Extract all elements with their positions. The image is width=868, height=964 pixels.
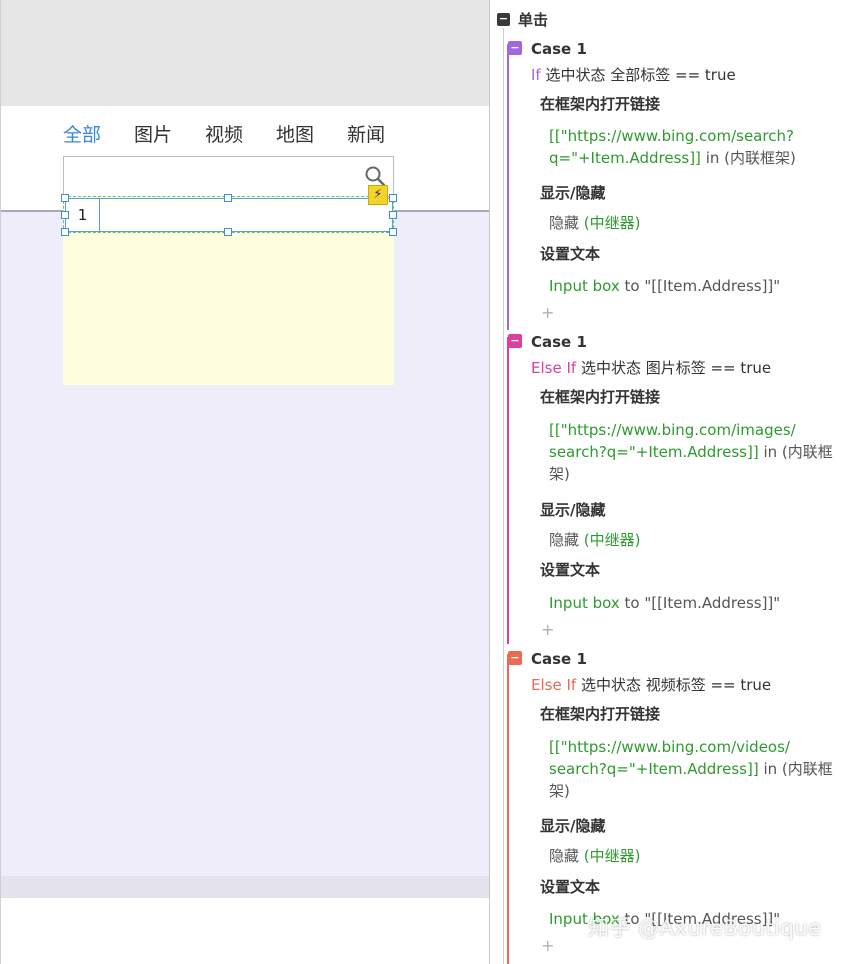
search-tabs: 全部 图片 视频 地图 新闻: [63, 120, 385, 147]
resize-handle-ne[interactable]: [389, 194, 397, 202]
link-expression-line2: q="+Item.Address]]: [549, 149, 701, 167]
resize-handle-s[interactable]: [224, 228, 232, 236]
hide-target: (中继器): [583, 531, 641, 549]
action-title-set-text[interactable]: 设置文本: [540, 243, 600, 264]
collapse-case-icon[interactable]: −: [508, 651, 522, 665]
set-text-target: Input box: [549, 594, 620, 612]
condition-keyword: Else If: [531, 676, 577, 694]
search-input[interactable]: [63, 156, 394, 196]
resize-handle-nw[interactable]: [61, 194, 69, 202]
hide-verb: 隐藏: [549, 531, 584, 549]
condition-text: 选中状态 视频标签 == true: [576, 676, 772, 694]
case-color-bar: [507, 337, 509, 644]
canvas-bottom-strip: [1, 876, 489, 898]
case-block: − Case 1 Else If 选中状态 图片标签 == true 在框架内打…: [507, 331, 868, 644]
link-expression-line1: [["https://www.bing.com/search?: [549, 127, 794, 145]
case-condition[interactable]: Else If 选中状态 视频标签 == true: [531, 674, 771, 695]
add-action-button[interactable]: +: [541, 303, 554, 322]
hide-target: (中继器): [583, 214, 641, 232]
collapse-icon[interactable]: −: [497, 13, 510, 26]
link-expression-line1: [["https://www.bing.com/images/: [549, 421, 796, 439]
set-text-target: Input box: [549, 277, 620, 295]
collapse-case-icon[interactable]: −: [508, 41, 522, 55]
link-expression-line1: [["https://www.bing.com/videos/: [549, 738, 790, 756]
case-condition[interactable]: Else If 选中状态 图片标签 == true: [531, 357, 771, 378]
action-title-show-hide[interactable]: 显示/隐藏: [540, 499, 605, 520]
canvas-bottom-area: [1, 898, 489, 964]
tab-all[interactable]: 全部: [63, 120, 101, 147]
hide-target: (中继器): [583, 847, 641, 865]
condition-text: 选中状态 全部标签 == true: [540, 66, 736, 84]
action-title-set-text[interactable]: 设置文本: [540, 559, 600, 580]
condition-keyword: Else If: [531, 359, 577, 377]
action-detail-set-text[interactable]: Input box to "[[Item.Address]]": [549, 592, 849, 614]
resize-handle-n[interactable]: [224, 194, 232, 202]
resize-handle-e[interactable]: [389, 211, 397, 219]
hide-verb: 隐藏: [549, 847, 584, 865]
action-detail-open-link[interactable]: [["https://www.bing.com/images/ search?q…: [549, 419, 849, 485]
link-expression-line2: search?q="+Item.Address]]: [549, 443, 759, 461]
case-block: − Case 1 If 选中状态 全部标签 == true 在框架内打开链接 […: [507, 38, 868, 330]
resize-handle-sw[interactable]: [61, 228, 69, 236]
interaction-bolt-icon[interactable]: ⚡: [368, 185, 388, 205]
link-expression-line2: search?q="+Item.Address]]: [549, 760, 759, 778]
case-title[interactable]: Case 1: [531, 333, 587, 351]
action-title-open-link[interactable]: 在框架内打开链接: [540, 93, 660, 114]
action-title-set-text[interactable]: 设置文本: [540, 876, 600, 897]
action-title-open-link[interactable]: 在框架内打开链接: [540, 703, 660, 724]
interactions-panel: − 单击 − Case 1 If 选中状态 全部标签 == true 在框架内打…: [489, 0, 868, 964]
link-target: in (内联框架): [700, 149, 796, 167]
add-action-button[interactable]: +: [541, 620, 554, 639]
canvas-top-band: [1, 0, 489, 106]
set-text-value: to "[[Item.Address]]": [619, 594, 781, 612]
action-detail-show-hide[interactable]: 隐藏 (中继器): [549, 845, 849, 867]
design-canvas[interactable]: 全部 图片 视频 地图 新闻 1 ⚡: [0, 0, 489, 964]
action-detail-show-hide[interactable]: 隐藏 (中继器): [549, 529, 849, 551]
action-title-show-hide[interactable]: 显示/隐藏: [540, 815, 605, 836]
event-title: 单击: [518, 11, 549, 29]
case-title[interactable]: Case 1: [531, 650, 587, 668]
collapse-case-icon[interactable]: −: [508, 334, 522, 348]
hide-verb: 隐藏: [549, 214, 584, 232]
action-title-show-hide[interactable]: 显示/隐藏: [540, 182, 605, 203]
watermark: 知乎 @AxureBoutique: [588, 916, 822, 940]
tab-images[interactable]: 图片: [134, 120, 172, 147]
condition-text: 选中状态 图片标签 == true: [576, 359, 772, 377]
resize-handle-se[interactable]: [389, 228, 397, 236]
condition-keyword: If: [531, 66, 541, 84]
add-action-button[interactable]: +: [541, 936, 554, 955]
event-header[interactable]: − 单击: [497, 9, 548, 30]
tab-videos[interactable]: 视频: [205, 120, 243, 147]
case-condition[interactable]: If 选中状态 全部标签 == true: [531, 64, 736, 85]
action-detail-set-text[interactable]: Input box to "[[Item.Address]]": [549, 275, 849, 297]
action-detail-show-hide[interactable]: 隐藏 (中继器): [549, 212, 849, 234]
tree-line: [503, 28, 504, 964]
case-title[interactable]: Case 1: [531, 40, 587, 58]
action-detail-open-link[interactable]: [["https://www.bing.com/search? q="+Item…: [549, 125, 849, 169]
case-color-bar: [507, 654, 509, 964]
action-title-open-link[interactable]: 在框架内打开链接: [540, 386, 660, 407]
action-detail-open-link[interactable]: [["https://www.bing.com/videos/ search?q…: [549, 736, 849, 802]
case-color-bar: [507, 44, 509, 330]
search-icon[interactable]: [364, 165, 386, 187]
resize-handle-w[interactable]: [61, 211, 69, 219]
tab-maps[interactable]: 地图: [276, 120, 314, 147]
set-text-value: to "[[Item.Address]]": [619, 277, 781, 295]
tab-news[interactable]: 新闻: [347, 120, 385, 147]
